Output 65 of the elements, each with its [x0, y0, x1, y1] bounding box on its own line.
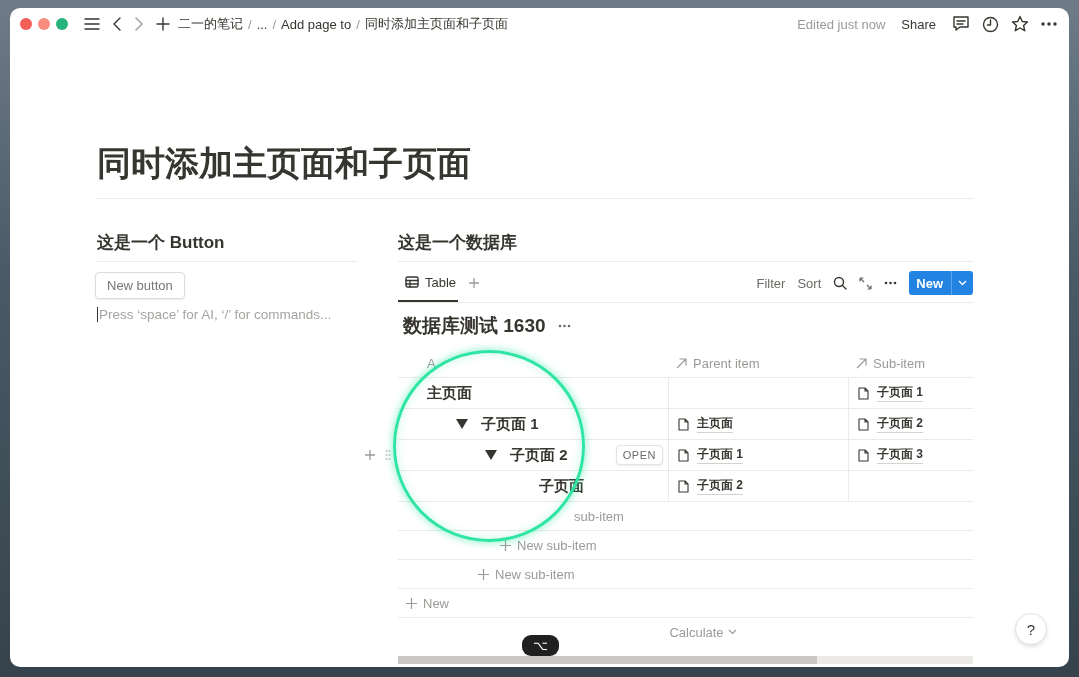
- scrollbar-track[interactable]: [398, 656, 973, 664]
- toolbar-button[interactable]: Sort: [797, 275, 822, 291]
- page-icon: [677, 448, 690, 462]
- back-icon[interactable]: [112, 17, 122, 31]
- plus-icon: [478, 568, 489, 580]
- arrow-icon: [856, 357, 867, 369]
- zoom-button[interactable]: [56, 18, 68, 30]
- breadcrumb-link[interactable]: 二一的笔记: [178, 15, 243, 33]
- expand-arrows-icon[interactable]: [859, 276, 873, 290]
- chevron-down-icon: [727, 629, 737, 635]
- page-link[interactable]: 子页面 2: [697, 477, 743, 495]
- breadcrumb-link[interactable]: Add page to: [281, 16, 352, 32]
- plus-icon[interactable]: [156, 17, 170, 31]
- row-title[interactable]: 子页面 2: [510, 445, 568, 465]
- page-icon: [857, 448, 870, 462]
- chevron-down-icon: [958, 280, 967, 286]
- comment-icon[interactable]: [952, 15, 970, 33]
- forward-icon[interactable]: [134, 17, 144, 31]
- clock-icon[interactable]: [982, 15, 999, 33]
- placeholder-text: Press ‘space’ for AI, ‘/’ for commands...: [97, 307, 357, 322]
- more-icon[interactable]: [1041, 21, 1057, 27]
- keystroke-badge: ⌥: [522, 635, 559, 656]
- section-heading: 这是一个数据库: [398, 227, 973, 262]
- page-icon: [857, 386, 870, 400]
- close-button[interactable]: [20, 18, 32, 30]
- search-icon[interactable]: [833, 276, 848, 290]
- star-icon[interactable]: [1011, 15, 1029, 33]
- share-button[interactable]: Share: [901, 16, 936, 32]
- more-icon[interactable]: [557, 324, 571, 328]
- arrow-icon: [676, 357, 687, 369]
- breadcrumb-link[interactable]: ...: [256, 16, 268, 32]
- more-icon[interactable]: [884, 281, 898, 285]
- drag-handle-icon[interactable]: [385, 449, 391, 461]
- breadcrumb-link[interactable]: 同时添加主页面和子页面: [364, 15, 508, 33]
- breadcrumb-separator: /: [248, 16, 252, 32]
- view-tab[interactable]: Table: [398, 264, 459, 302]
- breadcrumb-separator: /: [356, 16, 360, 32]
- database-title: 数据库测试 1630: [403, 314, 546, 338]
- open-button[interactable]: OPEN: [615, 445, 663, 465]
- toggle-triangle-icon[interactable]: [485, 449, 497, 461]
- breadcrumb-separator: /: [272, 16, 277, 32]
- new-button[interactable]: New button: [95, 272, 185, 299]
- page-link[interactable]: 子页面 2: [877, 415, 923, 433]
- plus-icon: [500, 539, 511, 551]
- page-link[interactable]: 子页面 1: [697, 446, 743, 464]
- page-link[interactable]: 子页面 1: [877, 384, 923, 402]
- scrollbar-thumb[interactable]: [398, 656, 817, 664]
- toolbar-button[interactable]: Filter: [756, 275, 786, 291]
- page-link[interactable]: 主页面: [697, 415, 733, 433]
- plus-icon: [406, 597, 417, 609]
- menu-icon[interactable]: [84, 17, 100, 31]
- page-link[interactable]: 子页面 3: [877, 446, 923, 464]
- section-heading: 这是一个 Button: [97, 227, 357, 262]
- page-title: 同时添加主页面和子页面: [97, 140, 973, 199]
- table-icon: [405, 276, 419, 288]
- page-icon: [857, 417, 870, 431]
- row-title[interactable]: 主页面: [427, 383, 472, 403]
- page-icon: [677, 479, 690, 493]
- help-button[interactable]: ?: [1015, 613, 1047, 645]
- add-row-icon[interactable]: [364, 449, 376, 461]
- page-icon: [677, 417, 690, 431]
- new-button[interactable]: New: [909, 271, 951, 295]
- toggle-triangle-icon[interactable]: [456, 418, 468, 430]
- row-title[interactable]: 子页面 1: [481, 414, 539, 434]
- edited-status: Edited just now: [797, 16, 886, 32]
